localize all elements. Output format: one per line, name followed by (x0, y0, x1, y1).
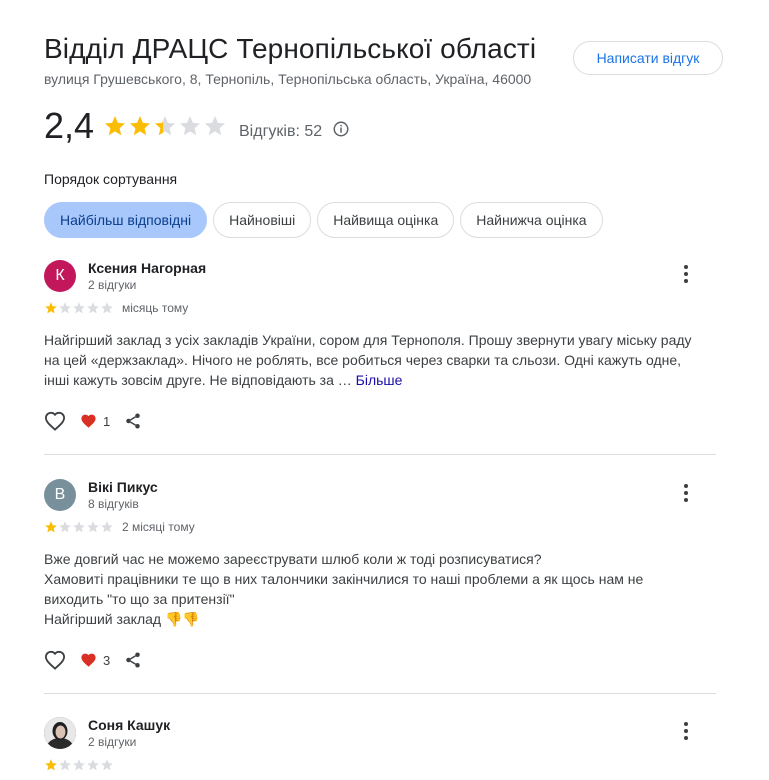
star-icon (101, 521, 113, 533)
review-rating (44, 758, 114, 772)
star-icon (101, 302, 113, 314)
review-text-line: Хамовиті працівники те що в них талончик… (44, 571, 644, 587)
review-author[interactable]: Ксения Нагорная (88, 260, 206, 276)
review-rating: 2 місяці тому (44, 520, 195, 534)
sort-chip-highest[interactable]: Найвища оцінка (317, 202, 455, 238)
heart-filled-icon (81, 653, 96, 667)
share-button[interactable] (124, 651, 142, 669)
sort-chip-lowest[interactable]: Найнижча оцінка (460, 202, 603, 238)
review-text: Вже довгий час не можемо зареєструвати ш… (44, 549, 704, 629)
like-button[interactable] (44, 411, 66, 431)
star-icon (87, 759, 99, 771)
review-author-meta: 2 відгуки (88, 278, 137, 292)
star-icon (45, 521, 57, 533)
review-author[interactable]: Вікі Пикус (88, 479, 158, 495)
more-vert-icon[interactable] (678, 481, 694, 505)
review-text-line: Найгірший заклад з усіх закладів України… (44, 332, 692, 348)
like-count: 3 (103, 652, 111, 668)
likes-button[interactable]: 1 (80, 413, 110, 429)
review-author-meta: 2 відгуки (88, 735, 137, 749)
rating-stars (103, 114, 228, 138)
share-icon (126, 652, 140, 668)
review-actions: 3 (44, 650, 142, 670)
star-icon (59, 302, 71, 314)
review-item: К Ксения Нагорная 2 відгуки місяць тому … (44, 260, 716, 440)
divider (44, 693, 716, 694)
star-icon (45, 302, 57, 314)
more-vert-icon[interactable] (678, 262, 694, 286)
review-text: Найгірший заклад з усіх закладів України… (44, 330, 704, 390)
star-icon (59, 759, 71, 771)
avatar[interactable]: К (44, 260, 76, 292)
star-icon (180, 116, 200, 136)
star-icon (105, 116, 125, 136)
avatar[interactable] (44, 717, 76, 749)
review-author-meta: 8 відгуків (88, 497, 139, 511)
star-icon (155, 116, 175, 136)
star-icon (87, 521, 99, 533)
share-button[interactable] (124, 412, 142, 430)
star-icon (73, 521, 85, 533)
review-text-line: Вже довгий час не можемо зареєструвати ш… (44, 551, 542, 567)
heart-outline-icon (44, 411, 66, 431)
star-icon (45, 759, 57, 771)
sort-chip-newest[interactable]: Найновіші (213, 202, 312, 238)
review-author[interactable]: Соня Кашук (88, 717, 170, 733)
star-icon (87, 302, 99, 314)
address: вулиця Грушевського, 8, Тернопіль, Терно… (44, 71, 532, 87)
more-link[interactable]: Більше (356, 372, 403, 388)
star-icon (205, 116, 225, 136)
divider (44, 454, 716, 455)
write-review-button[interactable]: Написати відгук (573, 41, 723, 75)
sort-label: Порядок сортування (44, 171, 178, 187)
review-text-line: виходить "то що за притензії" (44, 591, 235, 607)
heart-outline-icon (44, 650, 66, 670)
review-text-line: Найгірший заклад 👎👎 (44, 611, 200, 627)
star-icon (101, 759, 113, 771)
rating-value: 2,4 (44, 105, 95, 146)
star-icon (130, 116, 150, 136)
like-count: 1 (103, 413, 111, 429)
review-time: місяць тому (122, 301, 189, 315)
review-item: В Вікі Пикус 8 відгуків 2 місяці тому Вж… (44, 479, 716, 679)
share-icon (126, 413, 140, 429)
review-text-line: на цей «держзаклад». Нічого не роблять, … (44, 352, 682, 368)
star-icon (73, 302, 85, 314)
heart-filled-icon (81, 414, 96, 428)
avatar-photo (44, 717, 76, 749)
reviews-count: Відгуків: 52 (239, 123, 323, 140)
review-stars (44, 301, 114, 315)
review-text-line: інші кажуть зовсім друге. Не відповідают… (44, 372, 352, 388)
review-text-line: інші кажуть зовсім друге. Не відповідают… (44, 370, 704, 390)
page-title: Відділ ДРАЦС Тернопільської області (44, 33, 537, 64)
review-actions: 1 (44, 411, 142, 431)
sort-chips: Найбільш відповідні Найновіші Найвища оц… (44, 202, 603, 238)
review-time: 2 місяці тому (122, 520, 195, 534)
avatar[interactable]: В (44, 479, 76, 511)
info-icon[interactable] (332, 120, 350, 138)
review-rating: місяць тому (44, 301, 188, 315)
more-vert-icon[interactable] (678, 719, 694, 743)
star-icon (73, 759, 85, 771)
review-stars (44, 758, 114, 772)
review-stars (44, 520, 114, 534)
review-item: Соня Кашук 2 відгуки (44, 717, 716, 780)
sort-chip-relevant[interactable]: Найбільш відповідні (44, 202, 208, 238)
like-button[interactable] (44, 650, 66, 670)
star-icon (59, 521, 71, 533)
likes-button[interactable]: 3 (80, 652, 110, 668)
